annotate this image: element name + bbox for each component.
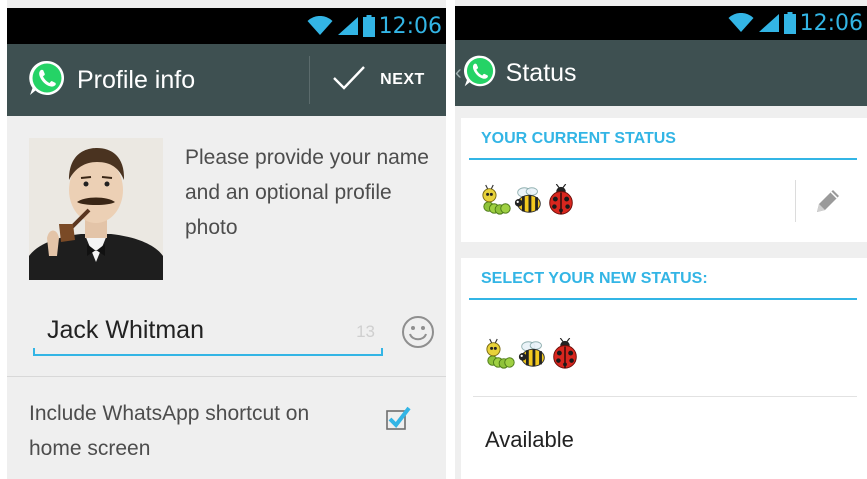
- current-status-card: YOUR CURRENT STATUS: [461, 118, 867, 242]
- caterpillar-icon: [485, 338, 517, 375]
- next-button[interactable]: NEXT: [311, 44, 446, 116]
- edit-status-button[interactable]: [809, 184, 845, 220]
- profile-photo[interactable]: [29, 138, 163, 280]
- new-status-card: SELECT YOUR NEW STATUS: Available: [461, 258, 867, 479]
- status-screen: 12:06 ‹ Status YOUR CURRENT STATUS SELEC…: [455, 0, 867, 479]
- back-chevron-icon[interactable]: ‹: [455, 62, 462, 85]
- divider: [795, 180, 796, 222]
- checkmark-icon: [332, 65, 366, 96]
- wifi-icon: [728, 13, 754, 33]
- shortcut-checkbox[interactable]: [385, 405, 411, 431]
- status-option-emoji: [485, 336, 581, 376]
- status-time: 12:06: [378, 13, 442, 39]
- signal-icon: [337, 16, 359, 36]
- section-header: YOUR CURRENT STATUS: [469, 118, 857, 160]
- ladybug-icon: [549, 338, 581, 375]
- status-time: 12:06: [799, 10, 863, 36]
- page-title: Status: [505, 58, 577, 87]
- whatsapp-logo-icon: [27, 58, 67, 103]
- signal-icon: [758, 13, 780, 33]
- status-bar: 12:06: [7, 8, 446, 44]
- name-field[interactable]: Jack Whitman 13: [33, 308, 383, 356]
- status-option[interactable]: [461, 314, 867, 396]
- battery-icon: [783, 12, 796, 34]
- whatsapp-logo-icon[interactable]: [462, 53, 498, 94]
- status-option-label: Available: [485, 427, 574, 452]
- section-title: YOUR CURRENT STATUS: [481, 130, 676, 147]
- char-counter: 13: [356, 322, 375, 341]
- action-bar: ‹ Status: [455, 40, 867, 106]
- divider: [309, 56, 310, 104]
- wifi-icon: [307, 16, 333, 36]
- status-option[interactable]: Available: [461, 397, 867, 479]
- action-bar: Profile info NEXT: [7, 44, 446, 116]
- page-title: Profile info: [77, 65, 196, 94]
- emoji-button[interactable]: [401, 315, 435, 349]
- input-underline: [33, 348, 383, 356]
- section-title: SELECT YOUR NEW STATUS:: [481, 270, 708, 287]
- battery-icon: [362, 15, 375, 37]
- bee-icon: [513, 184, 545, 221]
- profile-info-screen: 12:06 Profile info NEXT Please provide y…: [7, 0, 446, 479]
- name-input-value: Jack Whitman: [47, 316, 204, 344]
- caterpillar-icon: [481, 184, 513, 221]
- next-label: NEXT: [380, 71, 425, 88]
- smiley-icon: [401, 316, 435, 353]
- bee-icon: [517, 338, 549, 375]
- ladybug-icon: [545, 184, 577, 221]
- section-header: SELECT YOUR NEW STATUS:: [469, 258, 857, 300]
- current-status-value: [481, 182, 577, 222]
- shortcut-label: Include WhatsApp shortcut on home screen: [29, 402, 310, 460]
- pencil-icon: [809, 190, 845, 224]
- divider: [7, 376, 446, 377]
- status-bar: 12:06: [455, 6, 867, 40]
- profile-prompt: Please provide your name and an optional…: [185, 146, 429, 239]
